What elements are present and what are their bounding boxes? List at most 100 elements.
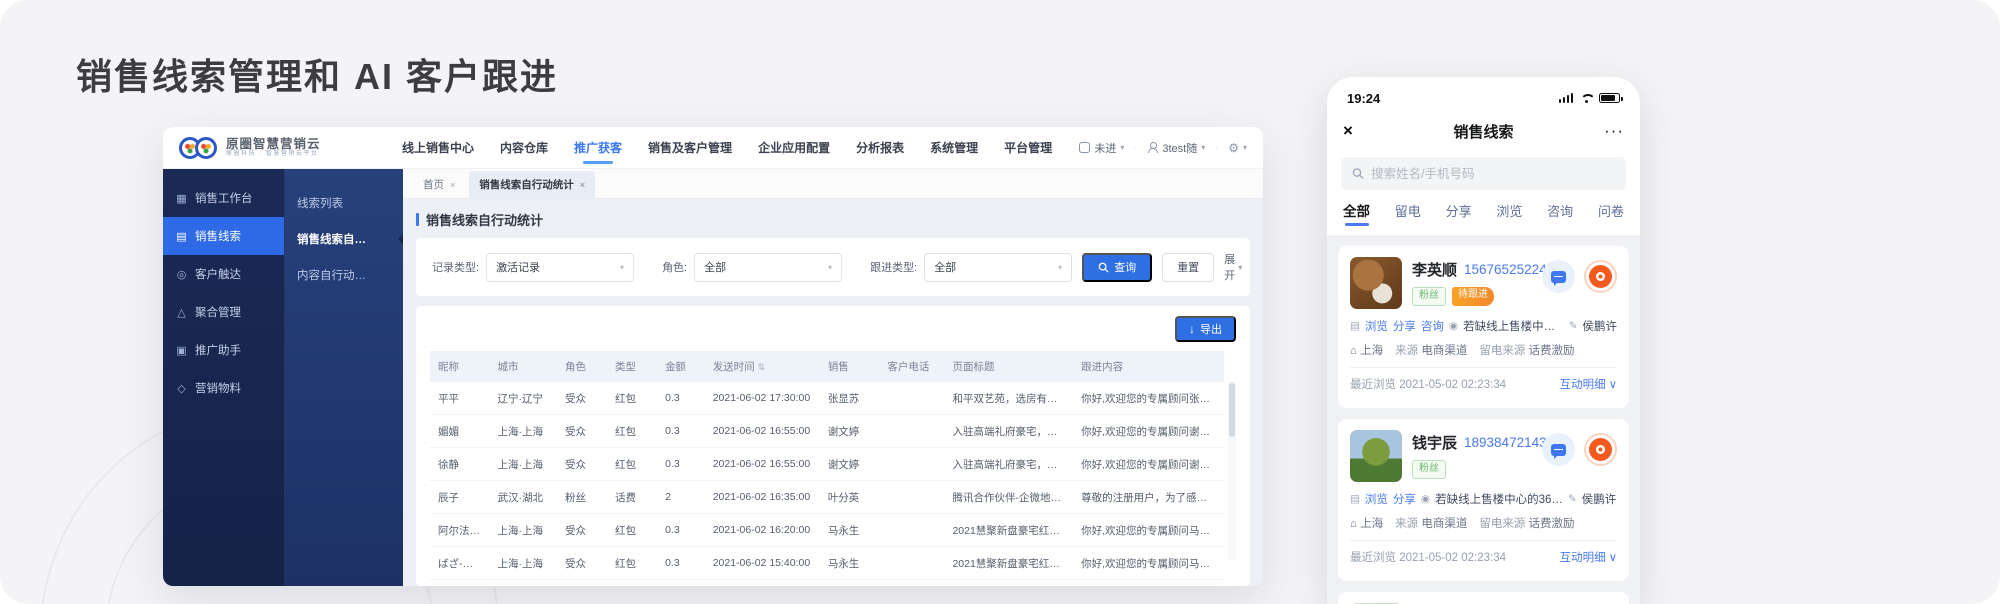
nav-item-6[interactable]: 系统管理 (930, 127, 978, 168)
mobile-tab-5[interactable]: 问卷 (1598, 201, 1624, 226)
sidebar-item-1[interactable]: ▤销售线索 (163, 217, 284, 255)
sort-icon[interactable]: ⇅ (758, 362, 766, 372)
call-button[interactable] (1584, 433, 1617, 466)
table-row[interactable]: 辰子武汉·湖北粉丝话费22021-06-02 16:35:00叶分英腾讯合作伙伴… (430, 481, 1224, 514)
nav-item-5[interactable]: 分析报表 (856, 127, 904, 168)
column-header-2[interactable]: 角色 (557, 351, 607, 382)
submenu-item-1[interactable]: 销售线索自… (285, 221, 403, 257)
filter-select-1[interactable]: 全部▾ (694, 253, 842, 282)
nav-item-1[interactable]: 内容仓库 (500, 127, 548, 168)
results-panel: ↓ 导出 昵称城市角色类型金额发送时间 ⇅ (416, 306, 1250, 586)
mobile-tab-0[interactable]: 全部 (1343, 200, 1370, 226)
search-bar[interactable] (1341, 157, 1626, 190)
chat-button[interactable] (1542, 260, 1575, 293)
page-tab-label: 首页 (423, 177, 444, 192)
lead-phone[interactable]: 18938472143 (1464, 435, 1547, 450)
cell-r3-c2: 粉丝 (557, 481, 607, 514)
filter-select-2[interactable]: 全部▾ (924, 253, 1072, 282)
close-icon[interactable]: × (1343, 121, 1383, 141)
sidebar-item-4[interactable]: ▣推广助手 (163, 331, 284, 369)
interaction-detail-link[interactable]: 互动明细∨ (1560, 376, 1617, 392)
avatar (1350, 257, 1402, 309)
column-header-6[interactable]: 销售 (820, 351, 880, 382)
mobile-tab-2[interactable]: 分享 (1446, 201, 1472, 226)
cell-r4-c6: 马永生 (820, 514, 880, 547)
nav-item-4[interactable]: 企业应用配置 (758, 127, 830, 168)
filter-select-0[interactable]: 激活记录▾ (486, 253, 634, 282)
table-row[interactable]: 阿尔法女孩上海·上海受众红包0.32021-06-02 16:20:00马永生2… (430, 514, 1224, 547)
behavior-tag[interactable]: 分享 (1393, 318, 1416, 334)
reset-button[interactable]: 重置 (1162, 253, 1214, 282)
broadcast-icon: ◉ (1449, 320, 1458, 332)
nav-item-7[interactable]: 平台管理 (1004, 127, 1052, 168)
column-header-4[interactable]: 金额 (657, 351, 705, 382)
lead-phone[interactable]: 15676525224 (1464, 262, 1547, 277)
table-row[interactable]: ばざ-船亮上海·上海受众红包0.32021-06-02 15:40:00马永生2… (430, 547, 1224, 580)
table-row[interactable]: 媚媚上海·上海受众红包0.32021-06-02 16:55:00谢文婷入驻高端… (430, 415, 1224, 448)
behavior-tag[interactable]: 浏览 (1365, 318, 1388, 334)
workspace-switcher[interactable]: 未进 ▾ (1079, 140, 1124, 156)
sidebar-item-label: 销售工作台 (195, 190, 253, 206)
page-tab-1[interactable]: 销售线索自行动统计× (469, 171, 595, 198)
column-header-8[interactable]: 页面标题 (944, 351, 1073, 382)
table-row[interactable]: 徐静上海·上海受众红包0.32021-06-02 16:55:00谢文婷入驻高端… (430, 448, 1224, 481)
sidebar-item-3[interactable]: △聚合管理 (163, 293, 284, 331)
lead-card-0[interactable]: 李英顺15676525224粉丝待跟进▤浏览分享咨询◉若缺线上售楼中心…✎侯鹏许… (1338, 246, 1629, 408)
behavior-tag[interactable]: 分享 (1393, 491, 1416, 507)
page-tab-0[interactable]: 首页 × (413, 171, 465, 198)
export-button[interactable]: ↓ 导出 (1175, 316, 1236, 342)
table-scrollbar[interactable] (1228, 381, 1236, 560)
broadcast-icon: ◉ (1421, 493, 1430, 505)
meta-line: ⌂ 上海来源 电商渠道留电来源 话费激励 (1350, 342, 1617, 358)
sidebar-item-0[interactable]: ▦销售工作台 (163, 179, 284, 217)
column-header-0[interactable]: 昵称 (430, 351, 490, 382)
query-button[interactable]: 查询 (1082, 253, 1152, 282)
sidebar-item-5[interactable]: ◇营销物料 (163, 369, 284, 407)
source-page-title: 若缺线上售楼中心的36… (1435, 491, 1563, 507)
cell-r0-c8: 和平双艺苑，选房有礼… (944, 382, 1073, 415)
interaction-detail-link[interactable]: 互动明细∨ (1560, 549, 1617, 565)
card-top-row: 钱宇辰18938472143粉丝 (1350, 430, 1617, 482)
cell-r6-c6: 马永生 (820, 580, 880, 587)
column-header-1[interactable]: 城市 (490, 351, 557, 382)
chevron-down-icon: ∨ (1609, 377, 1617, 391)
user-icon (1147, 142, 1158, 153)
cell-r5-c5: 2021-06-02 15:40:00 (705, 547, 820, 580)
submenu-item-2[interactable]: 内容自行动… (285, 257, 403, 293)
behavior-tag[interactable]: 咨询 (1421, 318, 1444, 334)
nav-item-0[interactable]: 线上销售中心 (402, 127, 474, 168)
nav-item-3[interactable]: 销售及客户管理 (648, 127, 732, 168)
behavior-tag[interactable]: 浏览 (1365, 491, 1388, 507)
sidebar-item-2[interactable]: ◎客户触达 (163, 255, 284, 293)
cell-r3-c1: 武汉·湖北 (490, 481, 557, 514)
filter-groups: 记录类型:激活记录▾角色:全部▾跟进类型:全部▾ (432, 253, 1072, 282)
close-icon[interactable]: × (580, 180, 585, 190)
lead-card-1[interactable]: 钱宇辰18938472143粉丝▤浏览分享◉若缺线上售楼中心的36…✎侯鹏许⌂ … (1338, 419, 1629, 581)
expand-toggle[interactable]: 展开 ▾ (1224, 251, 1242, 283)
lead-card-2[interactable]: 王江15158825281粉丝▤浏览◉若缺线上售楼中心的46分享页✎侯鹏许⌂ 上… (1338, 592, 1629, 604)
submenu-item-0[interactable]: 线索列表 (285, 185, 403, 221)
mobile-tab-4[interactable]: 咨询 (1547, 201, 1573, 226)
search-input[interactable] (1371, 167, 1615, 181)
column-header-5[interactable]: 发送时间 ⇅ (705, 351, 820, 382)
nav-item-2[interactable]: 推广获客 (574, 127, 622, 168)
brand-logo-block[interactable]: 原圈智慧营销云 原圈科技 · 智慧营销云平台 (179, 137, 394, 159)
chat-button[interactable] (1542, 433, 1575, 466)
column-header-9[interactable]: 跟进内容 (1073, 351, 1224, 382)
call-button[interactable] (1584, 260, 1617, 293)
mobile-tab-3[interactable]: 浏览 (1496, 201, 1522, 226)
user-menu[interactable]: 3test随 ▾ (1147, 140, 1205, 156)
table-row[interactable]: 平平辽宁·辽宁受众红包0.32021-06-02 17:30:00张显苏和平双艺… (430, 382, 1224, 415)
table-row[interactable]: FLY上海·上海受众红包0.32021-06-02 15:15:00马永生202… (430, 580, 1224, 587)
cell-r4-c1: 上海·上海 (490, 514, 557, 547)
mobile-tab-1[interactable]: 留电 (1395, 201, 1421, 226)
column-header-7[interactable]: 客户电话 (879, 351, 944, 382)
more-menu-icon[interactable]: ··· (1584, 121, 1624, 141)
close-icon[interactable]: × (450, 180, 455, 190)
column-header-3[interactable]: 类型 (607, 351, 657, 382)
cell-r6-c1: 上海·上海 (490, 580, 557, 587)
settings-menu[interactable]: ⚙ ▾ (1228, 142, 1247, 154)
cell-r1-c0: 媚媚 (430, 415, 490, 448)
cell-r6-c7 (879, 580, 944, 587)
cell-r5-c0: ばざ-船亮 (430, 547, 490, 580)
